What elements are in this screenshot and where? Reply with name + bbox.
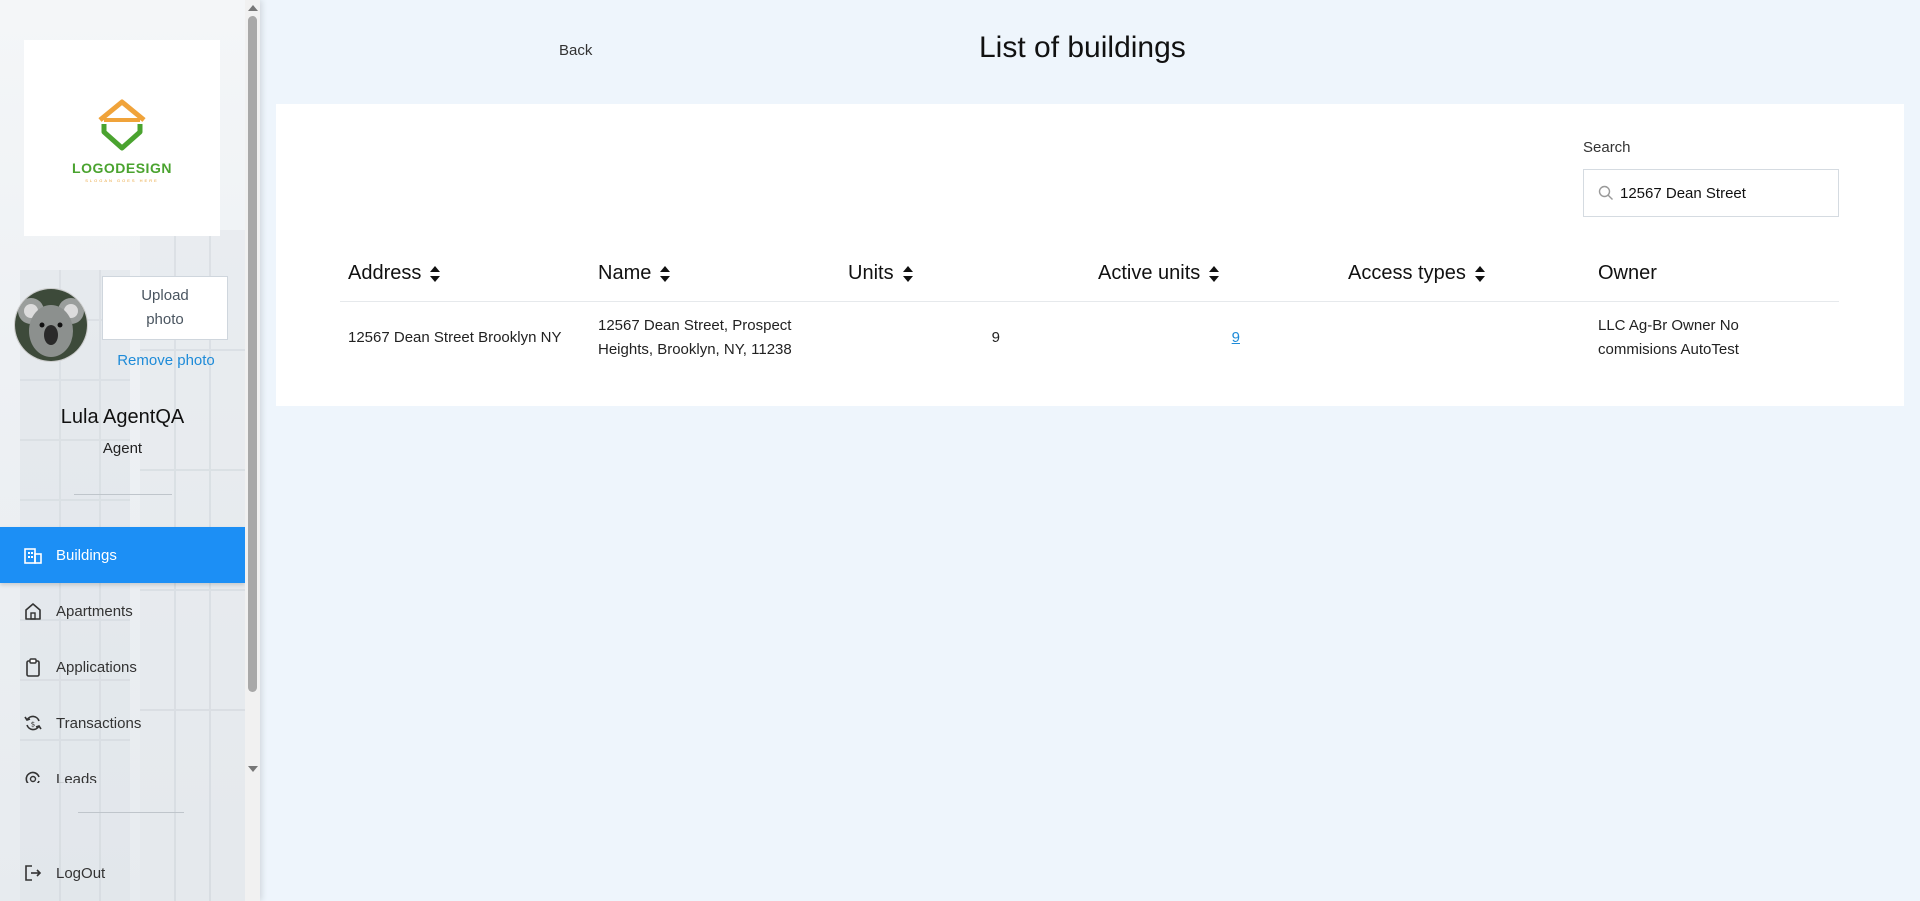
cell-address: 12567 Dean Street Brooklyn NY [348, 329, 562, 346]
search-field[interactable] [1583, 169, 1839, 217]
scroll-up-arrow-icon[interactable] [248, 5, 258, 11]
page-title: List of buildings [979, 31, 1186, 64]
column-header-label: Address [348, 262, 422, 284]
company-logo: LOGODESIGN SLOGAN GOES HERE [24, 40, 220, 236]
sidebar: LOGODESIGN SLOGAN GOES HERE Upload photo… [0, 0, 260, 901]
sidebar-item-buildings[interactable]: Buildings [0, 527, 245, 583]
column-header-label: Name [598, 262, 652, 284]
sidebar-item-leads[interactable]: Leads [0, 755, 245, 783]
sidebar-item-label: Apartments [56, 602, 133, 620]
sidebar-scrollbar[interactable] [245, 0, 260, 901]
cell-owner-line: LLC Ag-Br Owner No [1598, 317, 1739, 334]
sidebar-item-apartments[interactable]: Apartments [0, 583, 245, 639]
divider [74, 494, 172, 495]
column-header-units[interactable]: Units [848, 262, 914, 285]
sort-icon[interactable] [1208, 265, 1220, 283]
back-link[interactable]: Back [559, 42, 592, 59]
cell-owner-line: commisions AutoTest [1598, 341, 1739, 358]
user-name: Lula AgentQA [60, 406, 185, 428]
cell-units: 9 [991, 329, 1000, 346]
scrollbar-thumb[interactable] [248, 16, 257, 692]
column-header-owner: Owner [1598, 262, 1657, 285]
koala-avatar-image [15, 289, 87, 361]
column-header-access-types[interactable]: Access types [1348, 262, 1486, 285]
logo-name: LOGODESIGN [72, 159, 172, 176]
sidebar-item-label: Transactions [56, 714, 142, 732]
transactions-icon: $ [22, 712, 44, 734]
divider [78, 812, 184, 813]
sidebar-item-label: Buildings [56, 546, 117, 564]
clipboard-icon [22, 656, 44, 678]
column-header-label: Units [848, 262, 894, 284]
column-header-label: Owner [1598, 262, 1657, 284]
column-header-address[interactable]: Address [348, 262, 441, 285]
search-icon [1598, 185, 1614, 201]
leads-icon [22, 768, 44, 783]
sort-icon[interactable] [1474, 265, 1486, 283]
avatar [14, 288, 88, 362]
sidebar-item-applications[interactable]: Applications [0, 639, 245, 695]
sort-icon[interactable] [902, 265, 914, 283]
logo-slogan: SLOGAN GOES HERE [85, 177, 159, 183]
user-role: Agent [102, 440, 143, 457]
column-header-label: Active units [1098, 262, 1201, 284]
logout-label: LogOut [56, 864, 106, 882]
logout-button[interactable]: LogOut [0, 845, 245, 901]
remove-photo-link[interactable]: Remove photo [104, 352, 228, 369]
cell-active-units-link[interactable]: 9 [1210, 326, 1240, 350]
sidebar-nav-clip: Leads [0, 755, 245, 783]
svg-text:$: $ [31, 721, 35, 729]
sidebar-item-transactions[interactable]: $ Transactions [0, 695, 245, 751]
cell-name-line: Heights, Brooklyn, NY, 11238 [598, 341, 792, 358]
cell-name-line: 12567 Dean Street, Prospect [598, 317, 792, 334]
search-label: Search [1583, 139, 1631, 156]
sort-icon[interactable] [429, 265, 441, 283]
buildings-card: Search Address Name Units Active units A… [276, 104, 1904, 406]
house-logo-icon [98, 99, 146, 150]
column-header-active-units[interactable]: Active units [1098, 262, 1220, 285]
sidebar-item-label: Applications [56, 658, 137, 676]
home-icon [22, 600, 44, 622]
scroll-down-arrow-icon[interactable] [248, 766, 258, 772]
cell-owner: LLC Ag-Br Owner No commisions AutoTest [1598, 314, 1739, 362]
sort-icon[interactable] [659, 265, 671, 283]
column-header-name[interactable]: Name [598, 262, 671, 285]
logout-icon [22, 862, 44, 884]
sidebar-item-label: Leads [56, 770, 97, 784]
cell-name: 12567 Dean Street, Prospect Heights, Bro… [598, 314, 792, 362]
search-input[interactable] [1620, 184, 1820, 202]
column-header-label: Access types [1348, 262, 1466, 284]
table-header-divider [340, 301, 1839, 302]
building-icon [22, 544, 44, 566]
upload-photo-button[interactable]: Upload photo [102, 276, 228, 340]
